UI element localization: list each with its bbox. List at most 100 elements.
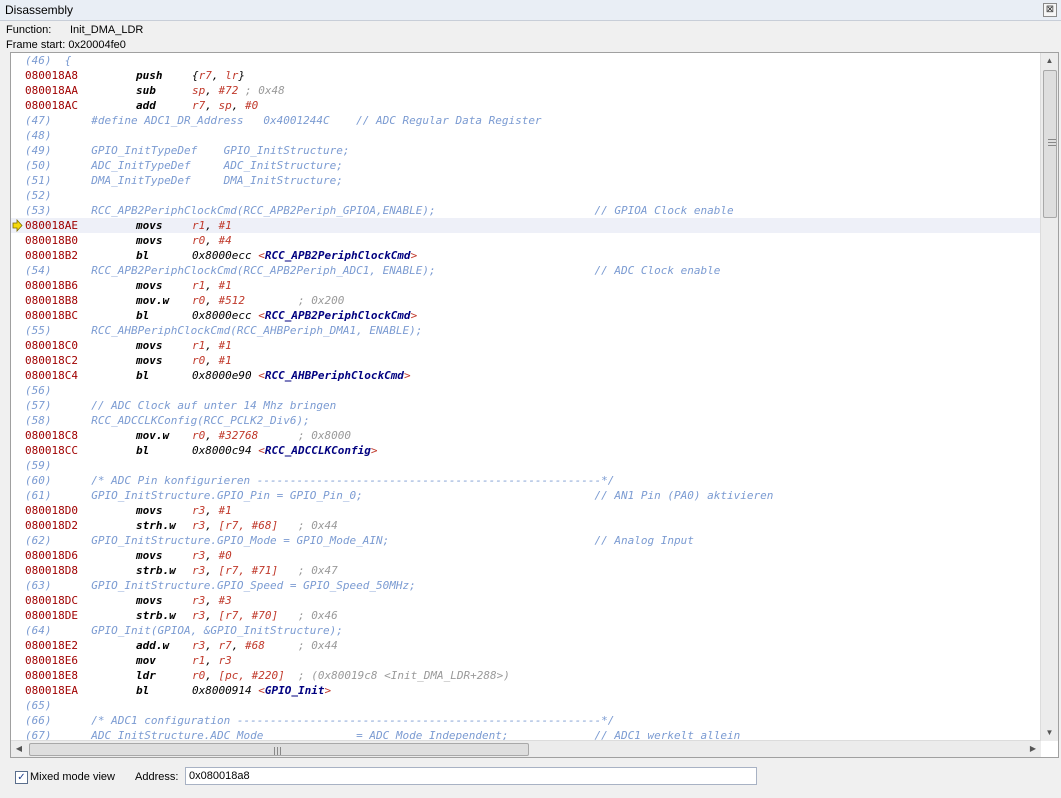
source-line[interactable]: (55) RCC_AHBPeriphClockCmd(RCC_AHBPeriph…	[11, 323, 1041, 338]
vertical-scroll-thumb[interactable]	[1043, 70, 1057, 218]
mixed-mode-label[interactable]: Mixed mode view	[30, 771, 115, 783]
operand-token: ,	[205, 99, 219, 112]
instruction-line[interactable]: 080018D0 movs r3, #1	[11, 503, 1041, 518]
source-line[interactable]: (57) // ADC Clock auf unter 14 Mhz bring…	[11, 398, 1041, 413]
instruction-address: 080018C2	[25, 354, 78, 367]
instruction-line[interactable]: 080018AA sub sp, #72 ; 0x48	[11, 83, 1041, 98]
instruction-address: 080018B0	[25, 234, 78, 247]
operand-token: ,	[231, 99, 245, 112]
instruction-line[interactable]: 080018B0 movs r0, #4	[11, 233, 1041, 248]
source-line[interactable]: (66) /* ADC1 configuration -------------…	[11, 713, 1041, 728]
source-line[interactable]: (51) DMA_InitTypeDef DMA_InitStructure;	[11, 173, 1041, 188]
close-icon[interactable]: ⊠	[1043, 3, 1057, 17]
symbol-name: RCC_AHBPeriphClockCmd	[264, 369, 404, 382]
instruction-operands: r0, #512 ; 0x200	[192, 293, 344, 308]
instruction-line[interactable]: 080018C0 movs r1, #1	[11, 338, 1041, 353]
instruction-line[interactable]: 080018D6 movs r3, #0	[11, 548, 1041, 563]
instruction-line[interactable]: 080018EA bl 0x8000914 <GPIO_Init>	[11, 683, 1041, 698]
disassembly-code-area[interactable]: (46) {080018A8 push {r7, lr} 080018AA sub sp,…	[11, 53, 1041, 741]
operand-token: ,	[205, 219, 219, 232]
operand-token: <	[258, 369, 265, 382]
thumb-grip-line	[274, 747, 275, 755]
instruction-line[interactable]: 080018E8 ldr r0, [pc, #220] ; (0x80019c8 <…	[11, 668, 1041, 683]
instruction-address: 080018B8	[25, 294, 78, 307]
operand-token: ,	[205, 609, 219, 622]
operand-token: r1	[192, 654, 206, 667]
instruction-operands: r3, r7, #68 ; 0x44	[192, 638, 338, 653]
scroll-right-icon[interactable]: ▶	[1025, 741, 1041, 757]
source-line[interactable]: (61) GPIO_InitStructure.GPIO_Pin = GPIO_…	[11, 488, 1041, 503]
instruction-line[interactable]: 080018C8 mov.w r0, #32768 ; 0x8000	[11, 428, 1041, 443]
instruction-line[interactable]: 080018CC bl 0x8000c94 <RCC_ADCCLKConfig>	[11, 443, 1041, 458]
instruction-line[interactable]: 080018E6 mov r1, r3	[11, 653, 1041, 668]
operand-token: [r7, #68]	[218, 519, 279, 532]
source-line[interactable]: (53) RCC_APB2PeriphClockCmd(RCC_APB2Peri…	[11, 203, 1041, 218]
source-line[interactable]: (64) GPIO_Init(GPIOA, &GPIO_InitStructur…	[11, 623, 1041, 638]
disassembly-view[interactable]: (46) {080018A8 push {r7, lr} 080018AA sub sp,…	[10, 52, 1059, 758]
instruction-line[interactable]: 080018D8 strb.w r3, [r7, #71] ; 0x47	[11, 563, 1041, 578]
source-line[interactable]: (56)	[11, 383, 1041, 398]
source-line[interactable]: (60) /* ADC Pin konfigurieren ----------…	[11, 473, 1041, 488]
instruction-mnemonic: strb.w	[136, 609, 176, 622]
instruction-address: 080018E6	[25, 654, 78, 667]
address-input[interactable]	[185, 767, 757, 785]
source-text: (48)	[25, 129, 52, 142]
instruction-operands: r0, #1	[192, 353, 232, 368]
operand-token: ,	[205, 504, 219, 517]
instruction-line[interactable]: 080018BC bl 0x8000ecc <RCC_APB2PeriphClock…	[11, 308, 1041, 323]
source-line[interactable]: (46) {	[11, 53, 1041, 68]
instruction-line[interactable]: 080018B2 bl 0x8000ecc <RCC_APB2PeriphClock…	[11, 248, 1041, 263]
instruction-line[interactable]: 080018DC movs r3, #3	[11, 593, 1041, 608]
operand-token: r3	[192, 519, 206, 532]
operand-token: 0x8000e90	[192, 369, 259, 382]
operand-token: ,	[205, 549, 219, 562]
source-line[interactable]: (65)	[11, 698, 1041, 713]
source-line[interactable]: (59)	[11, 458, 1041, 473]
operand-token: ,	[205, 84, 219, 97]
instruction-line[interactable]: 080018D2 strh.w r3, [r7, #68] ; 0x44	[11, 518, 1041, 533]
instruction-operands: r3, [r7, #68] ; 0x44	[192, 518, 338, 533]
source-line[interactable]: (54) RCC_APB2PeriphClockCmd(RCC_APB2Peri…	[11, 263, 1041, 278]
operand-token: #1	[218, 279, 232, 292]
instruction-line[interactable]: 080018AE movs r1, #1	[11, 218, 1041, 233]
operand-token: ,	[205, 564, 219, 577]
scroll-left-icon[interactable]: ◀	[11, 741, 27, 757]
source-line[interactable]: (58) RCC_ADCCLKConfig(RCC_PCLK2_Div6);	[11, 413, 1041, 428]
instruction-mnemonic: movs	[136, 504, 163, 517]
instruction-mnemonic: movs	[136, 549, 163, 562]
instruction-line[interactable]: 080018B6 movs r1, #1	[11, 278, 1041, 293]
frame-start-label: Frame start:	[6, 39, 66, 51]
instruction-mnemonic: movs	[136, 594, 163, 607]
source-line[interactable]: (62) GPIO_InitStructure.GPIO_Mode = GPIO…	[11, 533, 1041, 548]
source-line[interactable]: (63) GPIO_InitStructure.GPIO_Speed = GPI…	[11, 578, 1041, 593]
operand-token: #3	[218, 594, 232, 607]
operand-token: ,	[205, 339, 219, 352]
operand-token: r3	[192, 609, 206, 622]
operand-token: r7	[192, 99, 206, 112]
horizontal-scrollbar[interactable]: ◀ ▶	[11, 740, 1041, 757]
scroll-down-icon[interactable]: ▼	[1041, 725, 1058, 741]
horizontal-scroll-thumb[interactable]	[29, 743, 529, 756]
source-line[interactable]: (48)	[11, 128, 1041, 143]
instruction-line[interactable]: 080018DE strb.w r3, [r7, #70] ; 0x46	[11, 608, 1041, 623]
instruction-line[interactable]: 080018AC add r7, sp, #0	[11, 98, 1041, 113]
instruction-line[interactable]: 080018E2 add.w r3, r7, #68 ; 0x44	[11, 638, 1041, 653]
frame-start-row: Frame start: 0x20004fe0	[6, 38, 126, 52]
title-bar: Disassembly ⊠	[0, 0, 1061, 21]
source-line[interactable]: (50) ADC_InitTypeDef ADC_InitStructure;	[11, 158, 1041, 173]
source-line[interactable]: (52)	[11, 188, 1041, 203]
instruction-line[interactable]: 080018C2 movs r0, #1	[11, 353, 1041, 368]
source-line[interactable]: (49) GPIO_InitTypeDef GPIO_InitStructure…	[11, 143, 1041, 158]
function-info-panel: Function: Init_DMA_LDR Frame start: 0x200…	[0, 21, 1061, 52]
source-line[interactable]: (47) #define ADC1_DR_Address 0x4001244C …	[11, 113, 1041, 128]
instruction-line[interactable]: 080018A8 push {r7, lr}	[11, 68, 1041, 83]
instruction-address: 080018C8	[25, 429, 78, 442]
vertical-scrollbar[interactable]: ▲ ▼	[1040, 53, 1058, 741]
operand-comment: ; 0x48	[238, 84, 285, 97]
instruction-line[interactable]: 080018B8 mov.w r0, #512 ; 0x200	[11, 293, 1041, 308]
mixed-mode-checkbox[interactable]: ✓	[15, 771, 28, 784]
instruction-line[interactable]: 080018C4 bl 0x8000e90 <RCC_AHBPeriphClockC…	[11, 368, 1041, 383]
operand-token: sp	[218, 99, 232, 112]
operand-token: ,	[205, 429, 219, 442]
scroll-up-icon[interactable]: ▲	[1041, 53, 1058, 69]
